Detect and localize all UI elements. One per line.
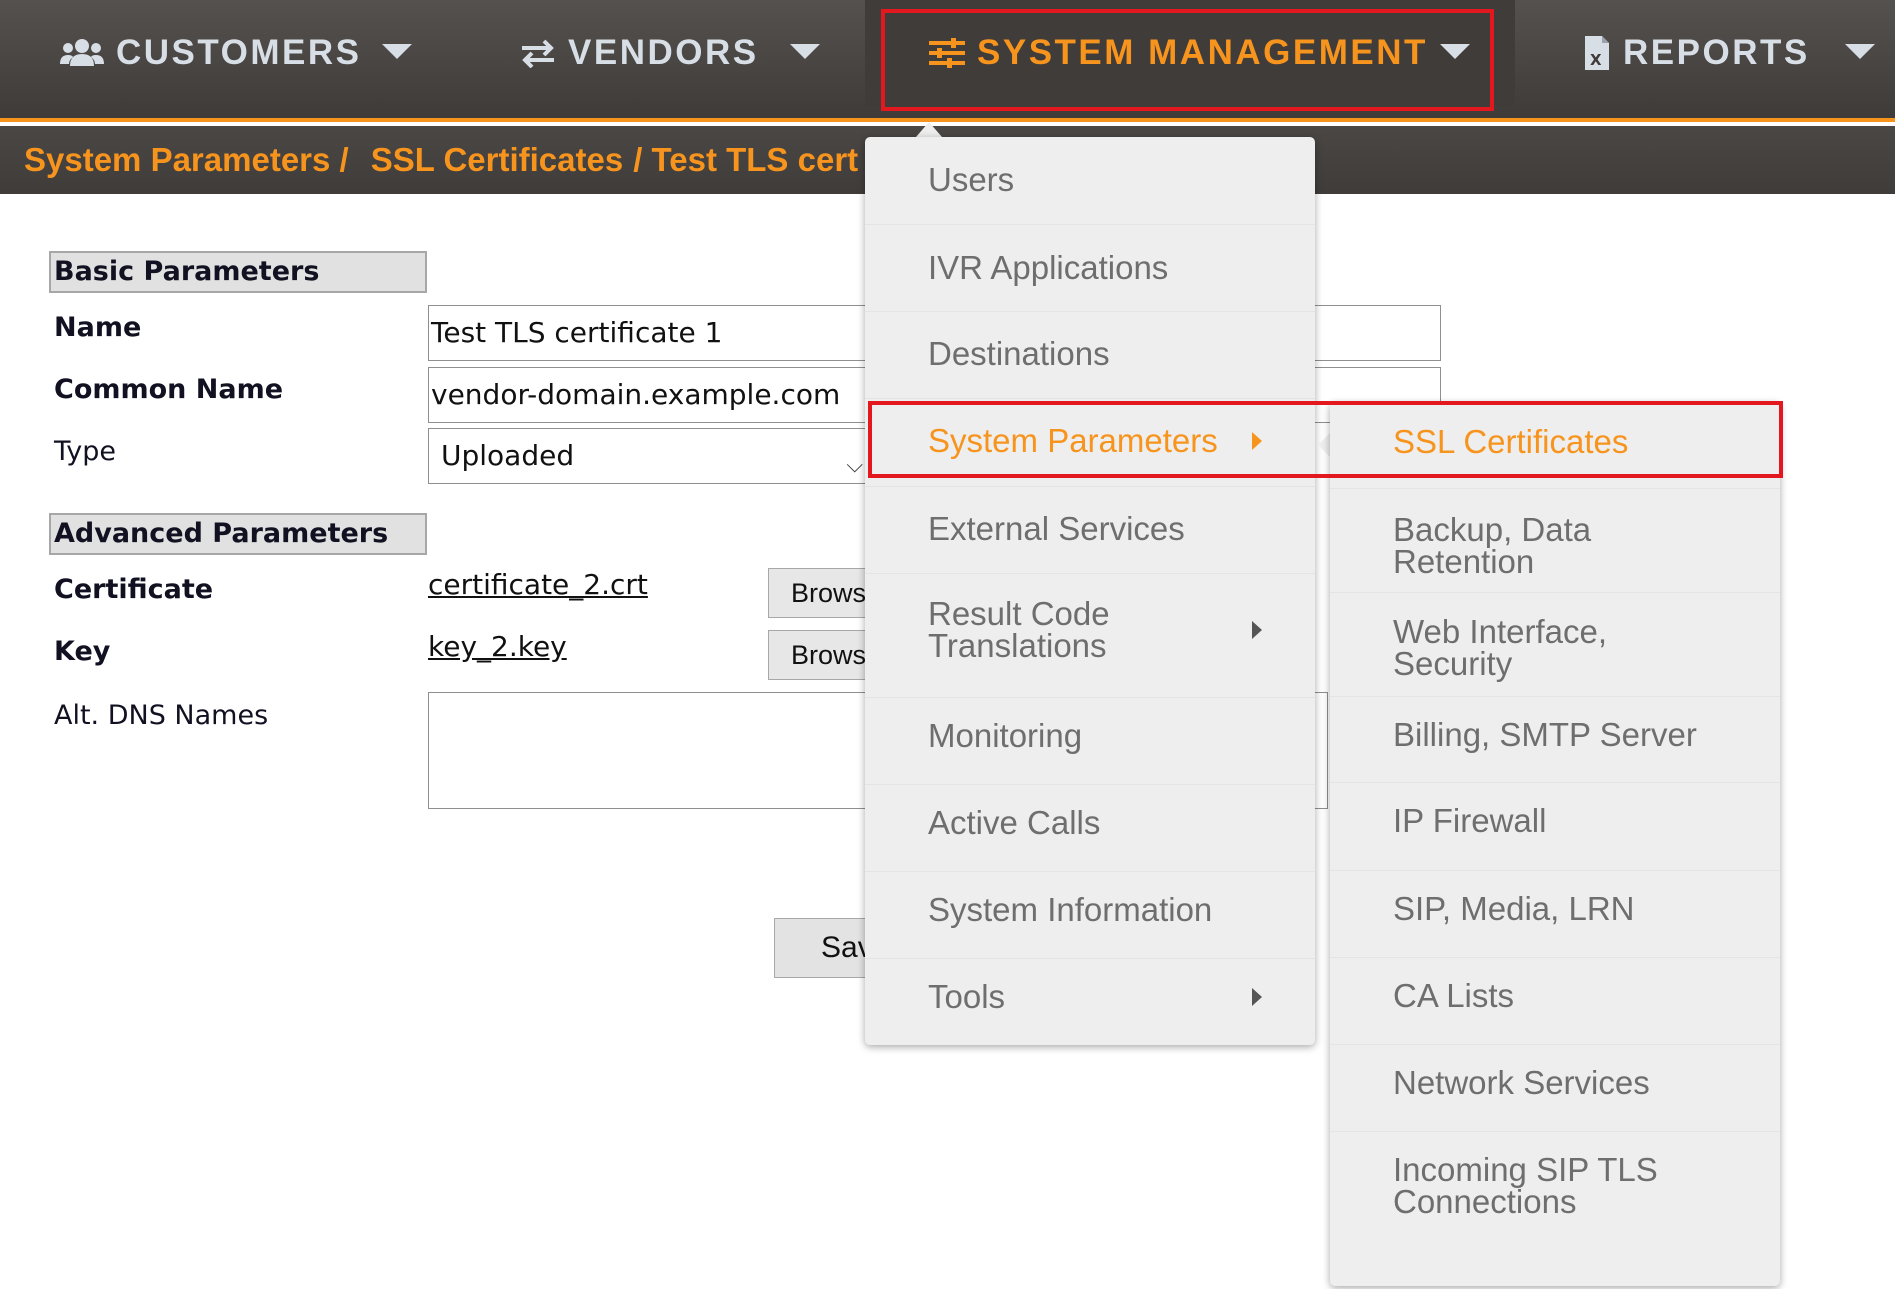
chevron-down-icon	[1440, 44, 1470, 59]
common-name-label: Common Name	[54, 374, 284, 405]
submenu-item-label: Network Services	[1393, 1064, 1650, 1101]
exchange-arrows-icon	[520, 38, 556, 68]
menu-item-label: Users	[928, 161, 1015, 198]
key-label: Key	[54, 636, 111, 667]
menu-item-label: External Services	[928, 510, 1185, 547]
system-management-menu: Users IVR Applications Destinations Syst…	[865, 137, 1315, 1045]
submenu-item-label: Billing, SMTP Server	[1393, 716, 1697, 753]
submenu-item-label: SSL Certificates	[1393, 423, 1629, 460]
submenu-item-backup-data-retention[interactable]: Backup, Data Retention	[1330, 489, 1780, 593]
submenu-item-web-interface-security[interactable]: Web Interface, Security	[1330, 593, 1780, 697]
submenu-item-label-line-2: Security	[1393, 645, 1513, 682]
submenu-item-label: SIP, Media, LRN	[1393, 890, 1635, 927]
submenu-item-label-line-2: Connections	[1393, 1183, 1577, 1220]
submenu-item-label: IP Firewall	[1393, 802, 1547, 839]
top-navigation-bar: CUSTOMERS VENDORS SYSTEM MANAGEMENT X RE…	[0, 0, 1895, 122]
submenu-item-network-services[interactable]: Network Services	[1330, 1045, 1780, 1132]
submenu-item-label-line-1: Incoming SIP TLS	[1393, 1151, 1658, 1188]
menu-item-ivr-applications[interactable]: IVR Applications	[865, 225, 1315, 312]
menu-item-label: Active Calls	[928, 804, 1101, 841]
submenu-item-label-line-1: Web Interface,	[1393, 613, 1608, 650]
breadcrumb-ssl-certificates[interactable]: SSL Certificates	[371, 141, 624, 179]
menu-item-label: System Information	[928, 891, 1213, 928]
alt-dns-names-label: Alt. DNS Names	[54, 700, 269, 731]
nav-system-management[interactable]: SYSTEM MANAGEMENT	[865, 0, 1515, 106]
sliders-icon	[929, 38, 965, 68]
menu-item-users[interactable]: Users	[865, 137, 1315, 225]
excel-file-icon: X	[1583, 35, 1611, 71]
type-label: Type	[54, 436, 117, 467]
nav-reports[interactable]: X REPORTS	[1583, 0, 1895, 106]
nav-customers[interactable]: CUSTOMERS	[60, 0, 460, 106]
menu-item-label: Tools	[928, 978, 1006, 1015]
menu-item-monitoring[interactable]: Monitoring	[865, 698, 1315, 785]
submenu-item-billing-smtp-server[interactable]: Billing, SMTP Server	[1330, 697, 1780, 783]
menu-item-result-code-translations[interactable]: Result Code Translations	[865, 574, 1315, 698]
chevron-down-icon: ⌵	[846, 453, 863, 478]
menu-item-external-services[interactable]: External Services	[865, 487, 1315, 574]
svg-text:X: X	[1590, 51, 1604, 69]
chevron-down-icon	[1845, 44, 1875, 59]
menu-item-destinations[interactable]: Destinations	[865, 312, 1315, 399]
advanced-parameters-header: Advanced Parameters	[49, 513, 427, 555]
submenu-item-ip-firewall[interactable]: IP Firewall	[1330, 783, 1780, 871]
submenu-item-label: CA Lists	[1393, 977, 1515, 1014]
nav-reports-label: REPORTS	[1623, 33, 1810, 72]
submenu-item-sip-media-lrn[interactable]: SIP, Media, LRN	[1330, 871, 1780, 958]
menu-pointer	[916, 122, 942, 137]
users-icon	[60, 38, 104, 68]
name-label: Name	[54, 312, 142, 343]
submenu-item-incoming-sip-tls-connections[interactable]: Incoming SIP TLS Connections	[1330, 1132, 1780, 1286]
menu-item-tools[interactable]: Tools	[865, 959, 1315, 1045]
type-select[interactable]: Uploaded ⌵	[428, 428, 878, 484]
menu-item-label: Monitoring	[928, 717, 1083, 754]
menu-item-label: Destinations	[928, 335, 1110, 372]
submenu-item-label-line-1: Backup, Data	[1393, 511, 1592, 548]
chevron-down-icon	[790, 44, 820, 59]
menu-item-active-calls[interactable]: Active Calls	[865, 785, 1315, 872]
nav-vendors-label: VENDORS	[568, 33, 759, 72]
menu-item-label: IVR Applications	[928, 249, 1169, 286]
chevron-right-icon	[1252, 988, 1262, 1006]
type-select-value: Uploaded	[441, 439, 575, 472]
breadcrumb-current: / Test TLS cert	[633, 141, 859, 178]
certificate-label: Certificate	[54, 574, 214, 605]
chevron-down-icon	[382, 44, 412, 59]
menu-item-label: System Parameters	[928, 422, 1218, 459]
breadcrumb-system-parameters[interactable]: System Parameters /	[24, 141, 349, 179]
system-parameters-submenu: SSL Certificates Backup, Data Retention …	[1330, 402, 1780, 1286]
nav-customers-label: CUSTOMERS	[116, 33, 362, 72]
chevron-right-icon	[1252, 432, 1262, 450]
chevron-right-icon	[1252, 621, 1262, 639]
menu-item-system-information[interactable]: System Information	[865, 872, 1315, 959]
submenu-item-label-line-2: Retention	[1393, 543, 1535, 580]
menu-item-system-parameters[interactable]: System Parameters	[865, 399, 1315, 487]
nav-system-management-label: SYSTEM MANAGEMENT	[977, 33, 1428, 72]
nav-vendors[interactable]: VENDORS	[520, 0, 850, 106]
submenu-item-ca-lists[interactable]: CA Lists	[1330, 958, 1780, 1045]
certificate-file-link[interactable]: certificate_2.crt	[428, 568, 648, 601]
basic-parameters-header: Basic Parameters	[49, 251, 427, 293]
submenu-item-ssl-certificates[interactable]: SSL Certificates	[1330, 402, 1780, 489]
key-file-link[interactable]: key_2.key	[428, 630, 567, 663]
